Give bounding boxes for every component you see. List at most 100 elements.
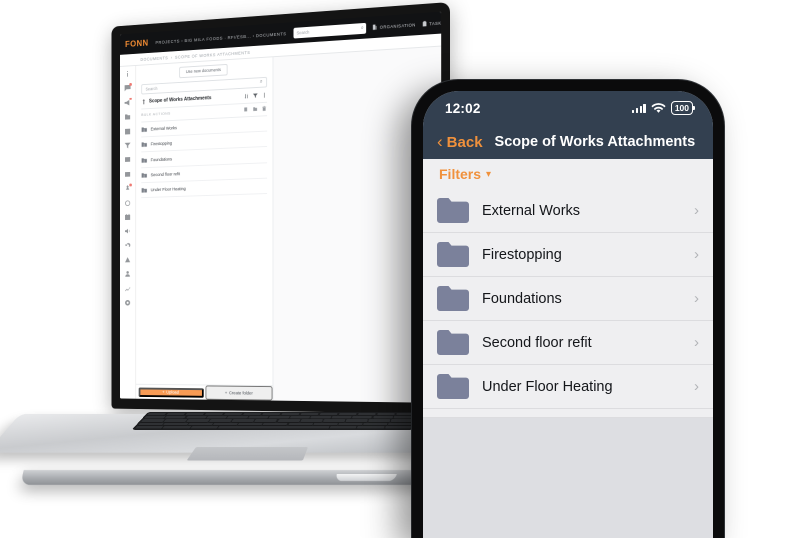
list-item[interactable]: Second floor refit ›	[423, 321, 713, 365]
fonn-logo[interactable]: FONN	[125, 38, 148, 49]
list-item-label: Foundations	[482, 290, 562, 307]
folder-list: External Works Firestopping Foundations	[141, 115, 268, 199]
chevron-left-icon: ‹	[437, 131, 443, 151]
list-item[interactable]: External Works ›	[423, 189, 713, 233]
folder-icon	[141, 157, 147, 163]
keyboard-row	[143, 416, 414, 419]
messages-badge	[129, 83, 132, 86]
sidebar-item-settings[interactable]	[124, 299, 131, 307]
nav-item-organisation[interactable]: ORGANISATION	[372, 21, 416, 30]
app-body: Use new documents Search ⌕ Scope of Work…	[119, 46, 442, 403]
sidebar-item-people[interactable]	[124, 271, 131, 279]
panel-search-input[interactable]: Search ⌕	[141, 76, 268, 95]
breadcrumb-separator: ›	[170, 54, 173, 60]
sidebar-item-documents[interactable]	[124, 113, 131, 121]
use-new-documents-button[interactable]: Use new documents	[178, 63, 228, 79]
plus-icon: +	[224, 390, 228, 396]
sidebar-item-forms[interactable]	[124, 156, 131, 164]
filters-label: Filters	[439, 166, 482, 182]
phone-status-bar: 12:02 100	[423, 91, 713, 125]
folder-icon	[437, 374, 469, 399]
undo-icon	[125, 242, 131, 247]
nav-organisation-label: ORGANISATION	[379, 21, 416, 30]
upload-button[interactable]: + Upload	[138, 387, 204, 398]
sidebar-item-alerts[interactable]	[124, 97, 132, 107]
panel-search-placeholder: Search	[145, 85, 158, 92]
sort-icon[interactable]	[244, 93, 249, 99]
sidebar-item-safety[interactable]	[124, 256, 131, 264]
status-indicators: 100	[632, 101, 696, 115]
sidebar-item-messages[interactable]	[124, 83, 132, 92]
create-folder-button[interactable]: + Create folder	[205, 385, 273, 401]
copy-icon[interactable]	[244, 107, 249, 113]
phone-device: 12:02 100 ‹ Back Scope of Works Attachme…	[412, 80, 724, 538]
phone-screen: 12:02 100 ‹ Back Scope of Works Attachme…	[423, 91, 713, 538]
list-item-label: Under Floor Heating	[150, 186, 186, 193]
sidebar-icon-rail	[119, 65, 137, 399]
bulk-actions-label: BULK ACTIONS	[141, 111, 171, 118]
folder-icon	[141, 188, 147, 193]
sidebar-item-announcements[interactable]	[124, 228, 131, 236]
sidebar-item-reports[interactable]	[124, 127, 131, 135]
sidebar-item-tasks[interactable]	[124, 183, 132, 193]
create-folder-label: Create folder	[228, 390, 253, 396]
filters-bar[interactable]: Filters ▾	[423, 159, 713, 189]
laptop-lip-notch	[335, 474, 397, 481]
list-item[interactable]: Foundations ›	[423, 277, 713, 321]
nav-item-tasks[interactable]: TASKS	[421, 19, 441, 27]
chevron-right-icon: ›	[694, 334, 699, 351]
sidebar-item-analytics[interactable]	[124, 285, 131, 293]
breadcrumb-root[interactable]: DOCUMENTS	[140, 55, 168, 61]
chevron-right-icon: ›	[694, 246, 699, 263]
drag-handle-icon[interactable]	[141, 99, 146, 105]
list-item-label: Second floor refit	[150, 171, 181, 178]
user-icon	[125, 271, 130, 278]
list-item[interactable]: Under Floor Heating	[141, 178, 268, 199]
sidebar-item-info[interactable]	[124, 70, 131, 78]
phone-navbar: ‹ Back Scope of Works Attachments	[423, 125, 713, 159]
panel-tools	[244, 92, 267, 99]
search-icon: ⌕	[259, 78, 263, 85]
sidebar-item-media[interactable]	[124, 170, 131, 178]
chevron-right-icon: ›	[694, 202, 699, 219]
form-icon	[125, 157, 131, 163]
tasks-badge	[129, 183, 132, 187]
page-title: Scope of Works Attachments	[148, 95, 212, 105]
list-item[interactable]: Under Floor Heating ›	[423, 365, 713, 409]
battery-indicator: 100	[670, 101, 696, 115]
list-item[interactable]: Firestopping ›	[423, 233, 713, 277]
funnel-icon	[124, 142, 131, 149]
delete-icon[interactable]	[262, 106, 267, 112]
circle-icon	[125, 199, 131, 206]
nav-tasks-label: TASKS	[429, 19, 442, 26]
list-item-label: Foundations	[150, 156, 173, 162]
sidebar-item-status[interactable]	[124, 199, 131, 207]
documents-panel: Use new documents Search ⌕ Scope of Work…	[136, 57, 274, 401]
back-button[interactable]: ‹ Back	[437, 131, 483, 151]
keyboard-row	[146, 412, 415, 416]
back-button-label: Back	[446, 133, 483, 151]
laptop-screen: FONN PROJECTS › BIG MILA FOODS · RFI/ESB…	[119, 11, 442, 403]
sidebar-item-calendar[interactable]	[124, 213, 131, 221]
folder-icon	[125, 114, 131, 120]
move-icon[interactable]	[253, 106, 258, 112]
global-search-input[interactable]: Search ⌕	[293, 22, 367, 39]
sidebar-item-history[interactable]	[124, 242, 131, 250]
sidebar-item-filters[interactable]	[124, 142, 131, 150]
calendar-icon	[125, 213, 131, 220]
search-icon: ⌕	[360, 24, 364, 32]
laptop-screen-lid: FONN PROJECTS › BIG MILA FOODS · RFI/ESB…	[111, 2, 450, 414]
chart-icon	[125, 128, 131, 135]
keyboard-row	[134, 426, 413, 429]
keyboard-row	[137, 422, 413, 426]
speaker-icon	[125, 229, 130, 234]
filter-funnel-icon[interactable]	[252, 92, 258, 98]
top-breadcrumb[interactable]: PROJECTS › BIG MILA FOODS · RFI/ESB... ›…	[155, 31, 286, 45]
more-options-icon[interactable]	[262, 92, 267, 98]
global-search-placeholder: Search	[296, 29, 310, 35]
clipboard-icon	[422, 21, 427, 27]
list-item-label: Under Floor Heating	[482, 378, 613, 395]
phone-page-title: Scope of Works Attachments	[494, 134, 696, 150]
chevron-down-icon: ▾	[486, 168, 492, 180]
folder-icon	[141, 172, 147, 178]
